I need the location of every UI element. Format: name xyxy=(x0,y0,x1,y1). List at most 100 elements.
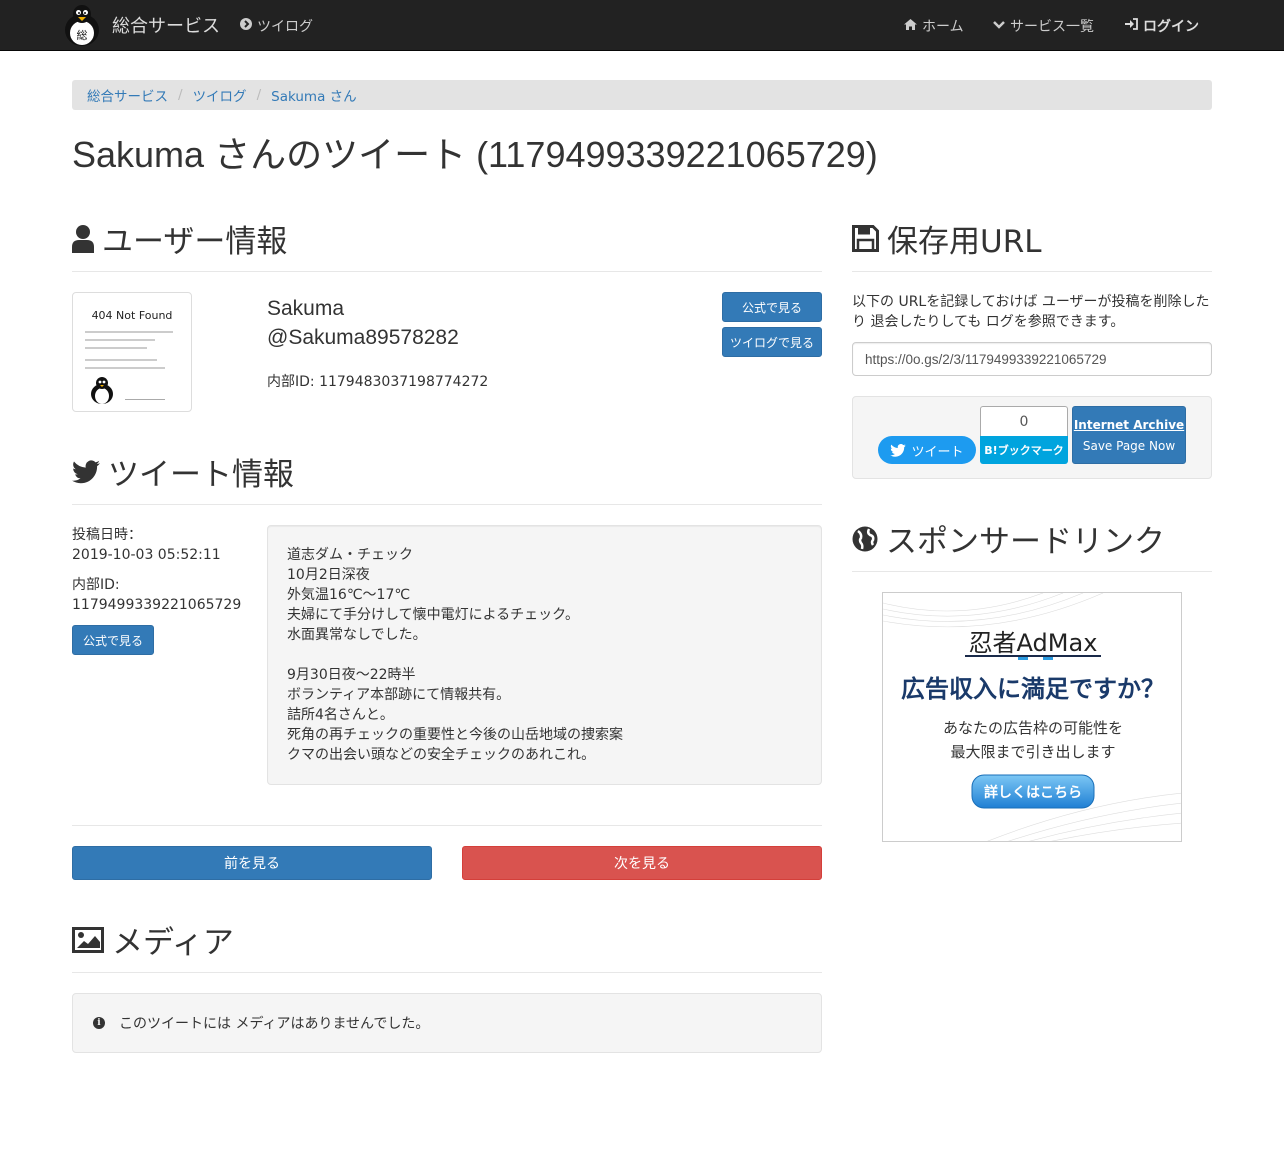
nav-services-label: サービス一覧 xyxy=(1010,18,1094,35)
breadcrumb-item-twilog[interactable]: ツイログ xyxy=(193,85,247,105)
avatar-404-text: 404 Not Found xyxy=(91,309,173,322)
page-title: Sakuma さんのツイート (1179499339221065729) xyxy=(72,134,878,175)
tweet-body: 道志ダム・チェック 10月2日深夜 外気温16℃～17℃ 夫婦にて手分けして懐中… xyxy=(267,525,822,785)
ad-banner[interactable]: 忍者AdMax 広告収入に満足ですか？ あなたの広告枠の可能性を 最大限まで引き… xyxy=(882,592,1182,842)
breadcrumb: 総合サービス / ツイログ / Sakuma さん xyxy=(72,80,1212,110)
tweet-share-label: ツイート xyxy=(911,444,964,460)
media-empty-notice: i このツイートには メディアはありませんでした。 xyxy=(72,993,822,1053)
hatena-bookmark-count[interactable]: 0 xyxy=(980,406,1068,436)
divider xyxy=(72,972,822,973)
media-heading-text: メディア xyxy=(112,925,234,961)
avatar: 404 Not Found xyxy=(72,292,192,412)
hatena-bookmark-button[interactable]: B!ブックマーク xyxy=(980,436,1068,464)
nav-twilog[interactable]: ツイログ xyxy=(240,0,313,51)
tweet-internal-id: 内部ID: 1179499339221065729 xyxy=(72,575,241,615)
avatar-text-line xyxy=(85,347,147,349)
navbar: 総 総合サービス ツイログ ホーム サービス一覧 ログイン xyxy=(0,0,1284,51)
tweet-line: 死角の再チェックの重要性と今後の山岳地域の捜索案 xyxy=(287,727,623,743)
floppy-disk-icon xyxy=(852,225,879,252)
breadcrumb-item-services[interactable]: 総合サービス xyxy=(87,85,168,105)
tweet-line: クマの出会い頭などの安全チェックのあれこれ。 xyxy=(287,747,596,763)
ad-brand-text: 忍者AdMax xyxy=(969,629,1098,657)
tweet-line: 水面異常なしでした。 xyxy=(287,627,427,643)
penguin-icon xyxy=(91,377,113,404)
home-icon xyxy=(904,18,917,33)
ad-graphic: 忍者AdMax 広告収入に満足ですか？ あなたの広告枠の可能性を 最大限まで引き… xyxy=(883,593,1181,841)
divider xyxy=(72,504,822,505)
avatar-text-line xyxy=(125,399,165,400)
image-icon xyxy=(72,926,104,953)
ad-headline: 広告収入に満足ですか？ xyxy=(901,675,1165,703)
nav-home-label: ホーム xyxy=(922,18,964,35)
ad-body-line: 最大限まで引き出します xyxy=(950,743,1115,761)
ad-cta-button[interactable]: 詳しくはこちら xyxy=(984,784,1082,801)
save-url-heading: 保存用URL xyxy=(852,216,1042,261)
media-empty-text: このツイートには メディアはありませんでした。 xyxy=(119,1016,430,1032)
tweet-id-value: 1179499339221065729 xyxy=(72,597,242,613)
tweet-line: 道志ダム・チェック xyxy=(287,547,413,563)
breadcrumb-separator: / xyxy=(256,87,262,103)
nav-twilog-label: ツイログ xyxy=(257,18,313,35)
avatar-text-line xyxy=(85,339,155,341)
user-display-name: Sakuma xyxy=(267,297,345,320)
internet-archive-subtitle: Save Page Now xyxy=(1082,439,1176,453)
tweet-line: 夫婦にて手分けして懐中電灯によるチェック。 xyxy=(287,607,580,623)
internet-archive-button[interactable]: Internet Archive Save Page Now xyxy=(1072,406,1186,464)
breadcrumb-item-user[interactable]: Sakuma さん xyxy=(271,85,357,105)
penguin-logo-icon: 総 xyxy=(65,5,99,46)
tweet-line: 外気温16℃～17℃ xyxy=(287,587,411,603)
avatar-text-line xyxy=(85,331,173,333)
user-official-button[interactable]: 公式で見る xyxy=(722,292,822,322)
posted-at-label: 投稿日時： xyxy=(72,527,142,543)
user-info-heading: ユーザー情報 xyxy=(72,216,287,261)
twitter-bird-icon xyxy=(72,459,100,483)
nav-home[interactable]: ホーム xyxy=(904,0,964,51)
save-url-heading-text: 保存用URL xyxy=(887,224,1042,260)
next-button[interactable]: 次を見る xyxy=(462,846,822,880)
tweet-line: ボランティア本部跡にて情報共有。 xyxy=(287,687,511,703)
prev-button[interactable]: 前を見る xyxy=(72,846,432,880)
user-handle[interactable]: @Sakuma89578282 xyxy=(267,323,459,352)
avatar-text-line xyxy=(85,359,157,361)
tweet-id-label: 内部ID: xyxy=(72,577,120,593)
media-heading: メディア xyxy=(72,917,234,962)
nav-services-dropdown[interactable]: サービス一覧 xyxy=(993,0,1094,51)
user-icon xyxy=(72,224,94,253)
save-url-input[interactable] xyxy=(852,342,1212,376)
tweet-line: 10月2日深夜 xyxy=(287,567,370,583)
save-url-description: 以下の URLを記録しておけば ユーザーが投稿を削除したり 退会したりしても ロ… xyxy=(852,294,1210,330)
tweet-info-heading-text: ツイート情報 xyxy=(108,457,294,493)
nav-login[interactable]: ログイン xyxy=(1125,0,1199,51)
tweet-share-button[interactable]: ツイート xyxy=(878,436,976,464)
divider xyxy=(852,571,1212,572)
tweet-official-button[interactable]: 公式で見る xyxy=(72,625,154,655)
divider xyxy=(852,271,1212,272)
chevron-circle-right-icon xyxy=(240,18,252,33)
tweet-line xyxy=(287,645,802,665)
tweet-line: 詰所4名さんと。 xyxy=(287,707,394,723)
svg-text:総: 総 xyxy=(77,28,88,42)
brand-text: 総合サービス xyxy=(112,16,220,37)
nav-login-label: ログイン xyxy=(1143,18,1199,35)
breadcrumb-separator: / xyxy=(178,87,183,103)
brand-link[interactable]: 総 総合サービス xyxy=(60,2,220,48)
chevron-down-icon xyxy=(993,19,1005,33)
globe-icon xyxy=(852,526,878,551)
user-info-heading-text: ユーザー情報 xyxy=(102,224,288,260)
divider xyxy=(72,825,822,826)
user-twilog-button[interactable]: ツイログで見る xyxy=(722,327,822,357)
avatar-text-line xyxy=(85,367,165,369)
twitter-bird-icon xyxy=(890,443,907,457)
tweet-line: 9月30日夜～22時半 xyxy=(287,667,416,683)
sponsor-heading: スポンサードリンク xyxy=(852,516,1165,561)
sponsor-heading-text: スポンサードリンク xyxy=(886,524,1165,560)
info-icon: i xyxy=(93,1017,105,1029)
ad-body-line: あなたの広告枠の可能性を xyxy=(943,719,1123,737)
posted-at: 投稿日時： 2019-10-03 05:52:11 xyxy=(72,525,221,565)
internet-archive-title: Internet Archive xyxy=(1073,418,1185,432)
sign-in-icon xyxy=(1125,18,1138,33)
tweet-info-heading: ツイート情報 xyxy=(72,449,294,494)
posted-at-value: 2019-10-03 05:52:11 xyxy=(72,547,221,563)
user-name-block: Sakuma @Sakuma89578282 xyxy=(267,294,459,352)
divider xyxy=(72,271,822,272)
